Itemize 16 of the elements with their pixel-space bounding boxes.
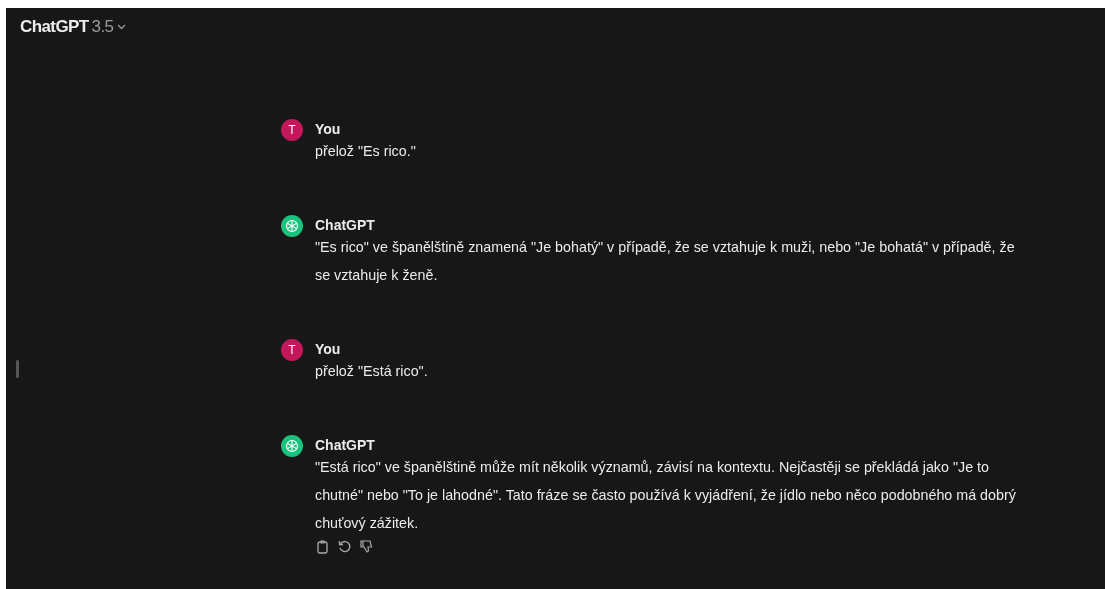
thumbs-down-icon[interactable] bbox=[359, 539, 373, 554]
regenerate-icon[interactable] bbox=[337, 539, 351, 554]
chevron-down-icon bbox=[117, 24, 127, 30]
message-text: "Está rico" ve španělštině může mít několik významů, závisí na kontextu. Nejčastěji se překládá jako "Je to chutné" nebo "To je lahodné". Tato fráze se často používá k vyjádření, že jídlo nebo něco podobného má dobrý chuťový zážitek. bbox=[315, 458, 1016, 533]
message-text: přelož "Es rico." bbox=[315, 142, 417, 161]
sidebar-toggle-handle[interactable] bbox=[16, 360, 19, 378]
author-name: ChatGPT bbox=[315, 216, 376, 235]
user-avatar: T bbox=[281, 339, 303, 361]
message-text: "Es rico" ve španělštině znamená "Je bohatý" v případě, že se vztahuje k muži, nebo "Je bohatá" v případě, že se vztahuje k ženě. bbox=[315, 238, 1016, 285]
user-avatar: T bbox=[281, 119, 303, 141]
author-name: ChatGPT bbox=[315, 436, 376, 455]
author-name: You bbox=[315, 120, 342, 139]
model-selector[interactable]: ChatGPT 3.5 bbox=[20, 17, 127, 37]
copy-icon[interactable] bbox=[315, 539, 329, 554]
message-text: přelož "Está rico". bbox=[315, 362, 429, 381]
author-name: You bbox=[315, 340, 342, 359]
